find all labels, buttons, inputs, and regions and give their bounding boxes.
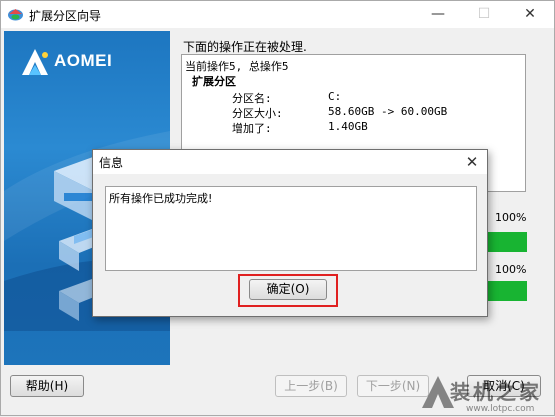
- log-current-op: 当前操作5, 总操作5: [185, 60, 289, 73]
- info-dialog: 信息 ✕ 所有操作已成功完成! 确定(O): [92, 149, 488, 317]
- log-row-value: 1.40GB: [328, 120, 368, 133]
- log-row-value: C:: [328, 90, 342, 103]
- app-icon: [8, 9, 23, 21]
- dialog-title: 信息: [99, 156, 124, 170]
- log-row-label: 分区大小:: [232, 107, 283, 120]
- aomei-logo-icon: [22, 49, 48, 75]
- dialog-message-box: 所有操作已成功完成!: [105, 186, 477, 271]
- log-row-label: 分区名:: [232, 92, 272, 105]
- watermark: 装机之家 www.lotpc.com: [416, 368, 555, 417]
- dialog-close-icon[interactable]: ✕: [457, 150, 487, 174]
- log-row-label: 增加了:: [232, 122, 272, 135]
- status-instruction: 下面的操作正在被处理.: [183, 40, 307, 54]
- watermark-url: www.lotpc.com: [466, 404, 535, 414]
- progress-label-2: 100%: [495, 263, 527, 276]
- maximize-icon[interactable]: ☐: [461, 1, 507, 28]
- minimize-icon[interactable]: —: [415, 1, 461, 28]
- progress-bar-2: [486, 281, 527, 301]
- window-title: 扩展分区向导: [29, 9, 102, 23]
- wizard-window: 扩展分区向导 — ☐ ✕ AOMEI 下面的操作正在被处理. 当前操作5, 总操…: [0, 0, 555, 416]
- log-heading: 扩展分区: [192, 75, 236, 88]
- dialog-title-bar: 信息 ✕: [93, 150, 487, 174]
- progress-bar-1: [486, 232, 527, 252]
- progress-label-1: 100%: [495, 211, 527, 224]
- close-icon[interactable]: ✕: [507, 1, 553, 28]
- watermark-name: 装机之家: [450, 380, 542, 404]
- log-row-value: 58.60GB -> 60.00GB: [328, 105, 448, 118]
- ok-button[interactable]: 确定(O): [249, 279, 327, 300]
- brand-name: AOMEI: [54, 51, 113, 70]
- dialog-message: 所有操作已成功完成!: [109, 192, 213, 205]
- back-button[interactable]: 上一步(B): [275, 375, 347, 397]
- help-button[interactable]: 帮助(H): [10, 375, 84, 397]
- title-bar: 扩展分区向导 — ☐ ✕: [1, 1, 554, 28]
